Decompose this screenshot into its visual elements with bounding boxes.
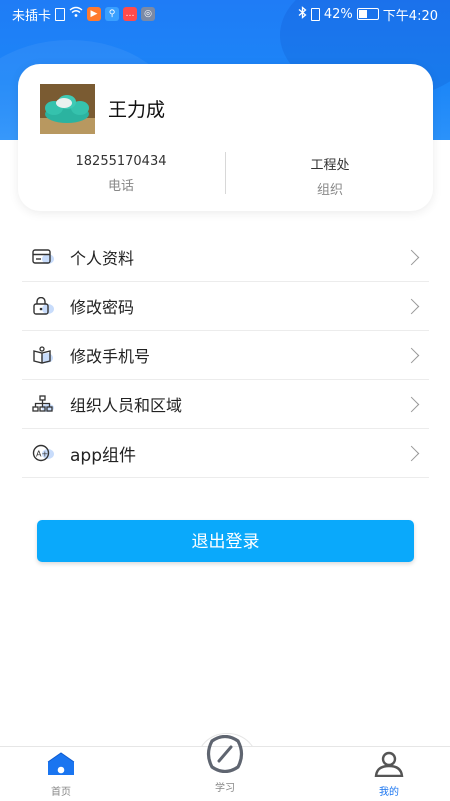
chevron-right-icon — [403, 298, 420, 314]
menu-item-phone[interactable]: 修改手机号 — [22, 331, 429, 380]
phone-stat: 18255170434 电话 — [41, 154, 201, 194]
camera-app-icon: ◎ — [141, 7, 156, 21]
bluetooth-icon — [298, 5, 307, 23]
chevron-right-icon — [403, 249, 420, 265]
menu-item-label: 组织人员和区域 — [70, 396, 183, 415]
message-app-icon: … — [123, 7, 138, 21]
menu-item-label: app组件 — [70, 445, 136, 466]
tab-label: 学习 — [215, 783, 235, 794]
menu-item-app-widget[interactable]: A+ app组件 — [22, 429, 429, 478]
app-widget-icon: A+ — [32, 443, 54, 463]
video-app-icon: ▶ — [87, 7, 102, 21]
stat-divider — [225, 152, 226, 194]
org-value: 工程处 — [310, 158, 350, 173]
menu-item-label: 修改手机号 — [70, 347, 151, 366]
home-icon — [45, 752, 77, 781]
id-card-icon — [32, 247, 54, 267]
chevron-right-icon — [403, 396, 420, 412]
tab-label: 我的 — [379, 787, 399, 798]
org-label: 组织 — [316, 183, 343, 198]
menu-item-label: 修改密码 — [70, 298, 135, 317]
battery-percent: 42% — [323, 6, 353, 22]
sim-icon — [55, 7, 66, 21]
study-icon — [204, 734, 246, 777]
book-icon — [32, 345, 54, 365]
settings-menu: 个人资料 修改密码 修改手机号 组织人员和区域 A+ app组件 — [22, 233, 429, 478]
carrier-text: 未插卡 — [12, 8, 52, 24]
org-chart-icon — [32, 394, 54, 414]
vibrate-icon — [310, 7, 320, 21]
chevron-right-icon — [403, 347, 420, 363]
svg-text:A+: A+ — [36, 450, 48, 459]
search-app-icon: ⚲ — [105, 7, 120, 21]
user-icon — [373, 751, 405, 781]
org-stat: 工程处 组织 — [250, 154, 410, 198]
menu-item-label: 个人资料 — [70, 249, 135, 268]
battery-icon — [356, 8, 379, 20]
tab-study[interactable]: 学习 — [185, 734, 265, 794]
avatar[interactable] — [40, 84, 95, 134]
lock-icon — [32, 296, 54, 316]
menu-item-password[interactable]: 修改密码 — [22, 282, 429, 331]
menu-item-profile[interactable]: 个人资料 — [22, 233, 429, 282]
bottom-tab-bar: 首页 学习 我的 — [0, 734, 450, 801]
phone-value: 18255170434 — [75, 154, 167, 169]
status-bar: 未插卡 ▶ ⚲ … ◎ 42% 下午4:20 — [0, 0, 450, 28]
tab-home[interactable]: 首页 — [21, 751, 101, 798]
wifi-icon — [69, 6, 83, 22]
clock-text: 下午4:20 — [382, 8, 438, 24]
tab-mine[interactable]: 我的 — [349, 751, 429, 798]
user-name: 王力成 — [108, 99, 166, 121]
tab-label: 首页 — [51, 787, 71, 798]
logout-button[interactable]: 退出登录 — [37, 520, 414, 562]
phone-label: 电话 — [107, 179, 134, 194]
menu-item-org[interactable]: 组织人员和区域 — [22, 380, 429, 429]
chevron-right-icon — [403, 445, 420, 461]
profile-card: 王力成 18255170434 电话 工程处 组织 — [18, 64, 433, 211]
